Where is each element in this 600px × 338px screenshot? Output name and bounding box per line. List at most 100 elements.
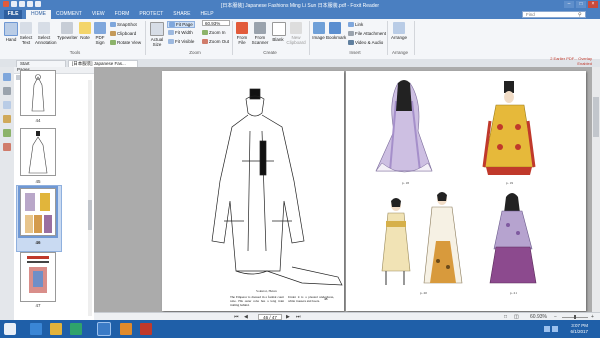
fit-page-button[interactable]: Fit Page xyxy=(167,21,195,28)
figure-hakama-right xyxy=(489,193,537,284)
note-icon xyxy=(79,22,91,34)
photos-icon[interactable] xyxy=(120,323,132,335)
snapshot-icon xyxy=(110,22,116,27)
tab-home[interactable]: HOME xyxy=(26,10,51,19)
rotate-view-button[interactable]: Rotate View xyxy=(110,40,141,45)
figure-caption: p. 20 xyxy=(420,291,427,295)
image-button[interactable]: Image xyxy=(312,22,325,40)
snapshot-button[interactable]: SnapShot xyxy=(110,22,137,27)
search-placeholder: Find xyxy=(526,12,535,17)
file-menu[interactable]: FILE xyxy=(4,10,22,19)
bookmarks-panel-icon[interactable] xyxy=(3,87,11,95)
clock[interactable]: 3:07 PM 6/1/2017 xyxy=(570,323,588,335)
ribbon-separator xyxy=(309,21,310,55)
figure-caption: p. 19 xyxy=(506,181,513,185)
image-icon xyxy=(312,22,325,34)
layers-panel-icon[interactable] xyxy=(3,101,11,109)
notice-text: 2 Earlier PDF... Overlay Enabled xyxy=(550,56,592,66)
window-title: [日本服装] Japanese Fashions Ming Li Sun 日本服… xyxy=(220,3,380,9)
search-input[interactable]: Find ⚲ xyxy=(522,11,586,18)
thumbnail-label: 46 xyxy=(35,240,41,245)
hand-icon xyxy=(4,22,18,36)
tab-protect[interactable]: PROTECT xyxy=(134,10,168,19)
title-bar: [日本服装] Japanese Fashions Ming Li Sun 日本服… xyxy=(0,0,600,10)
tab-form[interactable]: FORM xyxy=(110,10,135,19)
pdf-page-right: p. 18 p. 19 p. 20 p. 21 xyxy=(346,71,586,311)
page-thumbnail[interactable] xyxy=(20,252,56,302)
group-label-zoom: Zoom xyxy=(189,50,201,55)
maximize-button[interactable]: □ xyxy=(576,1,586,8)
scrollbar-thumb[interactable] xyxy=(593,97,599,137)
fit-page-icon xyxy=(169,22,175,27)
page-thumbnail[interactable] xyxy=(20,128,56,176)
network-icon[interactable] xyxy=(544,326,550,332)
store-icon[interactable] xyxy=(70,323,82,335)
clipboard-icon xyxy=(110,31,116,36)
tab-share[interactable]: SHARE xyxy=(168,10,195,19)
ribbon-tabs: HOME COMMENT VIEW FORM PROTECT SHARE HEL… xyxy=(26,10,219,19)
emperor-line-art-image xyxy=(211,88,343,286)
fit-width-button[interactable]: Fit Width xyxy=(168,30,193,35)
hand-tool-button[interactable]: Hand xyxy=(4,22,18,42)
tab-view[interactable]: VIEW xyxy=(87,10,110,19)
from-file-button[interactable]: From File xyxy=(235,22,249,45)
ie-icon[interactable] xyxy=(30,323,42,335)
tab-help[interactable]: HELP xyxy=(195,10,218,19)
tab-start[interactable]: Start xyxy=(16,60,66,67)
clipboard-button[interactable]: Clipboard xyxy=(110,31,136,36)
bookmark-button[interactable]: Bookmark xyxy=(326,22,346,40)
select-annotation-button[interactable]: Select Annotation xyxy=(35,22,57,45)
line-art-figure-icon xyxy=(28,131,48,174)
actual-size-button[interactable]: Actual Size xyxy=(149,22,165,47)
actual-size-icon xyxy=(150,22,164,36)
page-thumbnail-selected[interactable] xyxy=(18,186,58,238)
zoom-in-button[interactable]: Zoom In xyxy=(202,30,226,35)
from-scanner-button[interactable]: From Scanner xyxy=(250,22,270,45)
tab-comment[interactable]: COMMENT xyxy=(51,10,87,19)
blank-button[interactable]: Blank xyxy=(272,22,286,42)
foxit-reader-icon[interactable] xyxy=(140,323,152,335)
fit-visible-button[interactable]: Fit Visible xyxy=(168,39,194,44)
zoom-in-icon xyxy=(202,30,208,35)
clock-date: 6/1/2017 xyxy=(570,329,588,334)
arrange-button[interactable]: Arrange xyxy=(391,22,407,40)
volume-icon[interactable] xyxy=(552,326,558,332)
zoom-field[interactable]: 60.93% xyxy=(202,20,230,26)
link-button[interactable]: Link xyxy=(348,22,363,27)
pages-panel-icon[interactable] xyxy=(3,73,11,81)
attachments-panel-icon[interactable] xyxy=(3,129,11,137)
pdf-sign-button[interactable]: PDF Sign xyxy=(93,22,107,45)
minimize-button[interactable]: – xyxy=(564,1,574,8)
select-text-button[interactable]: Select Text xyxy=(18,22,34,45)
start-button[interactable] xyxy=(4,323,16,335)
navigation-toolbar xyxy=(0,67,15,320)
select-annotation-icon xyxy=(38,22,50,34)
zoom-slider-handle[interactable] xyxy=(574,315,576,319)
tab-document[interactable]: [日本服装] Japanese Fas... xyxy=(68,60,138,67)
zoom-out-button[interactable]: Zoom Out xyxy=(202,39,229,44)
scrollbar-thumb[interactable] xyxy=(88,200,92,230)
figure-pilgrim-left xyxy=(381,198,411,285)
note-button[interactable]: Note xyxy=(79,22,91,40)
mail-app-icon[interactable] xyxy=(97,322,111,336)
file-attachment-button[interactable]: File Attachment xyxy=(348,31,386,36)
blank-page-icon xyxy=(272,22,286,36)
page-thumbnail[interactable] xyxy=(20,70,56,116)
typewriter-icon xyxy=(61,22,73,34)
figure-caption: p. 18 xyxy=(402,181,409,185)
search-icon[interactable]: ⚲ xyxy=(578,12,584,18)
close-button[interactable]: × xyxy=(588,1,598,8)
security-panel-icon[interactable] xyxy=(3,143,11,151)
pages-panel-scrollbar[interactable] xyxy=(88,80,92,316)
colored-costumes-icon xyxy=(25,193,52,233)
file-explorer-icon[interactable] xyxy=(50,323,62,335)
video-audio-button[interactable]: Video & Audio xyxy=(348,40,383,45)
comments-panel-icon[interactable] xyxy=(3,115,11,123)
ribbon: Hand Select Text Select Annotation Typew… xyxy=(0,19,600,60)
typewriter-button[interactable]: Typewriter xyxy=(57,22,78,40)
document-view: Sokutai, Heian The Emperor is dressed in… xyxy=(94,67,592,312)
bookmark-icon xyxy=(329,22,341,34)
document-scrollbar[interactable] xyxy=(592,67,600,312)
pdf-sign-icon xyxy=(94,22,106,34)
new-clipboard-button[interactable]: New Clipboard xyxy=(286,22,306,45)
